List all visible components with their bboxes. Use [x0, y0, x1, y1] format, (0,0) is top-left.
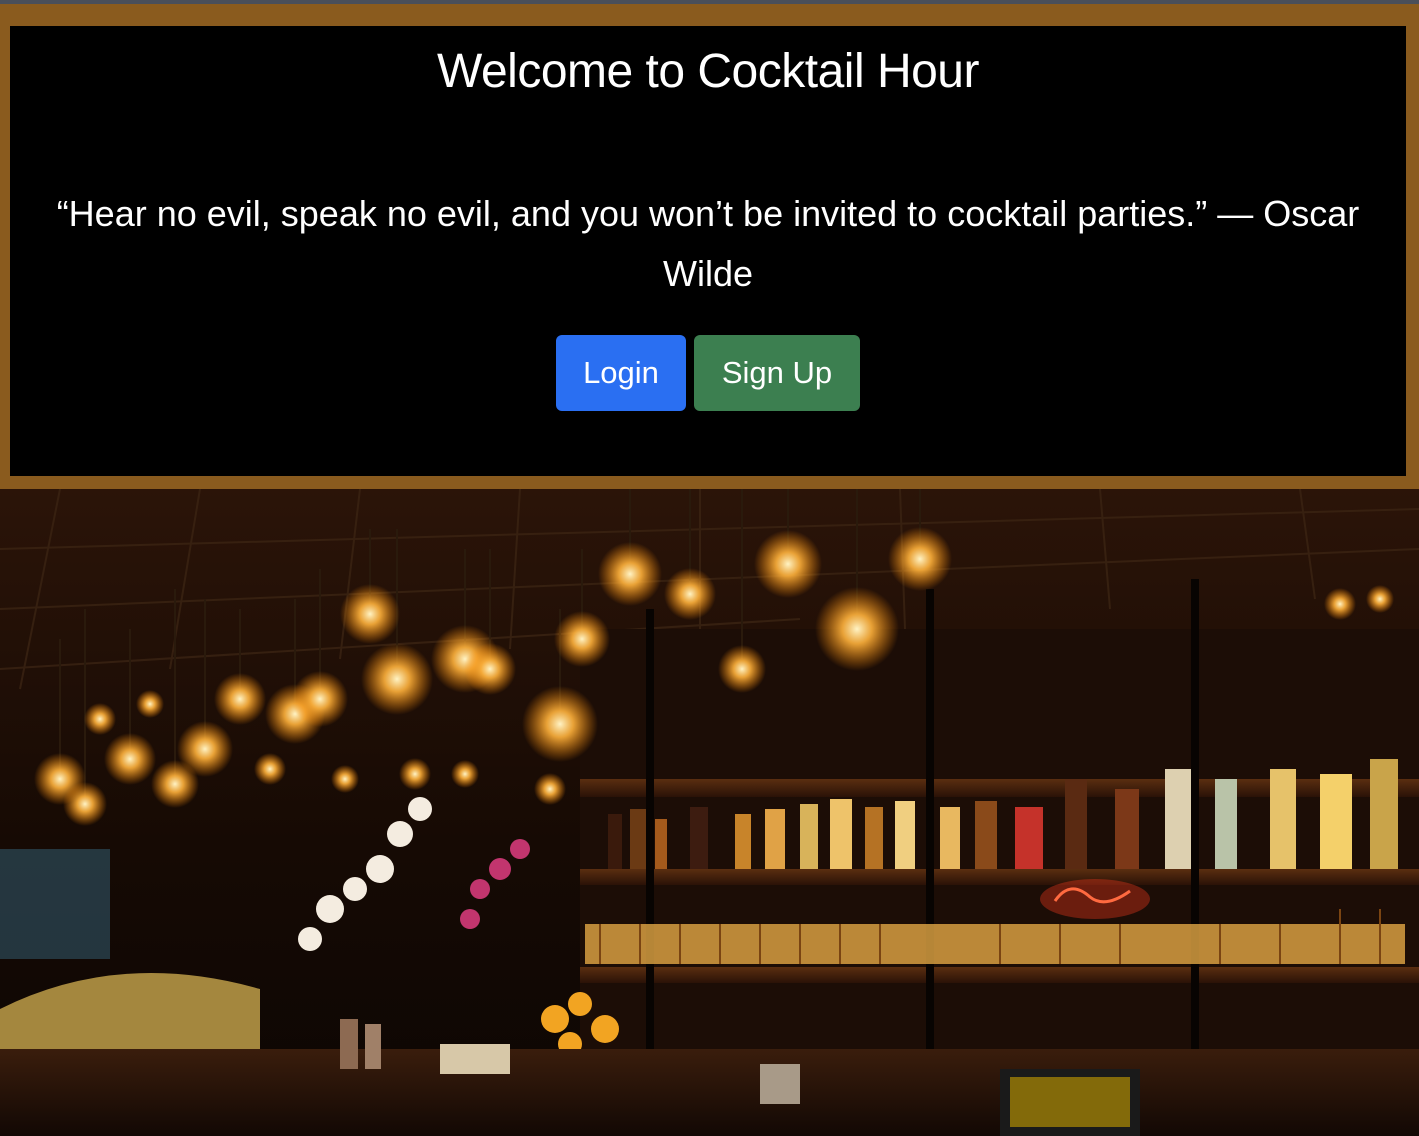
- login-button[interactable]: Login: [556, 335, 686, 411]
- page-title: Welcome to Cocktail Hour: [437, 45, 979, 98]
- hero-card: Welcome to Cocktail Hour “Hear no evil, …: [10, 26, 1406, 476]
- hero-quote: “Hear no evil, speak no evil, and you wo…: [56, 193, 1360, 294]
- auth-button-row: Login Sign Up: [10, 335, 1406, 411]
- signup-button[interactable]: Sign Up: [694, 335, 860, 411]
- bar-interior-illustration: [0, 489, 1419, 1136]
- hero-frame: Welcome to Cocktail Hour “Hear no evil, …: [0, 4, 1419, 489]
- bar-interior-photo: [0, 489, 1419, 1136]
